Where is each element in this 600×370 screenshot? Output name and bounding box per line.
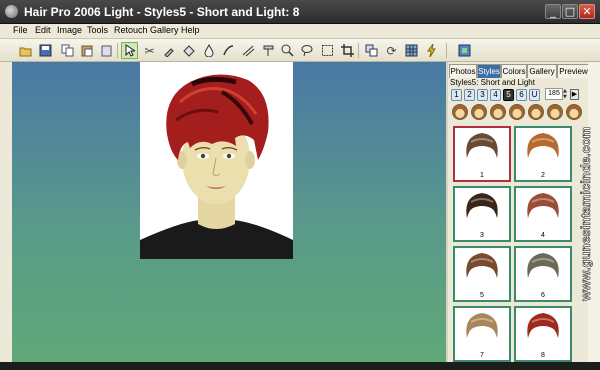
open-folder-icon[interactable] xyxy=(17,42,34,59)
drop-icon[interactable] xyxy=(200,42,217,59)
hairstyle-preview-icon xyxy=(516,128,570,171)
hairstyle-preview-icon xyxy=(455,188,509,231)
hairstyle-preview-icon xyxy=(455,128,509,171)
style-page-button-4[interactable]: 4 xyxy=(490,89,501,101)
zoom-icon[interactable] xyxy=(279,42,296,59)
size-spin-arrows-icon[interactable]: ▲ ▼ xyxy=(563,88,569,100)
tint-icon[interactable] xyxy=(260,42,277,59)
watermark-text: www.gunesintamicinde.com xyxy=(578,127,593,302)
panel-tabs: Photos Styles Colors Gallery Preview xyxy=(448,64,590,78)
lasso-icon[interactable] xyxy=(299,42,316,59)
minimize-button[interactable]: _ xyxy=(545,4,561,19)
window-title: Hair Pro 2006 Light - Styles5 - Short an… xyxy=(24,5,300,19)
save-icon[interactable] xyxy=(37,42,54,59)
hairstyle-thumbnail-6[interactable]: 6 xyxy=(514,246,572,302)
hairstyle-preview-icon xyxy=(455,248,509,291)
grid-icon[interactable] xyxy=(403,42,420,59)
thumbnail-label: 8 xyxy=(516,351,570,360)
size-spinbox[interactable]: 185 xyxy=(545,88,563,100)
menu-image[interactable]: Image xyxy=(57,25,82,35)
hairstyle-preview-icon xyxy=(516,248,570,291)
style-page-button-1[interactable]: 1 xyxy=(451,89,462,101)
face-shape-button-6[interactable] xyxy=(547,104,563,120)
flash-icon[interactable] xyxy=(423,42,440,59)
hairstyle-thumbnail-2[interactable]: 2 xyxy=(514,126,572,182)
hairstyle-thumbnail-1[interactable]: 1 xyxy=(453,126,511,182)
thumbnail-label: 5 xyxy=(455,291,509,300)
tab-preview[interactable]: Preview xyxy=(557,64,590,78)
hair-brush-icon[interactable] xyxy=(220,42,237,59)
menu-retouch[interactable]: Retouch xyxy=(114,25,148,35)
title-bar[interactable]: Hair Pro 2006 Light - Styles5 - Short an… xyxy=(0,0,600,24)
app-icon[interactable] xyxy=(5,5,18,18)
maximize-button[interactable]: □ xyxy=(562,4,578,19)
thumbnail-label: 2 xyxy=(516,171,570,180)
menu-bar: File Edit Image Tools Retouch Gallery He… xyxy=(0,24,600,39)
face-shape-button-3[interactable] xyxy=(490,104,506,120)
watermark: www.gunesintamicinde.com xyxy=(576,96,596,306)
thumbnail-label: 6 xyxy=(516,291,570,300)
tab-colors[interactable]: Colors xyxy=(501,64,527,78)
hairstyle-preview-icon xyxy=(455,308,509,351)
face-shape-button-1[interactable] xyxy=(452,104,468,120)
tab-styles[interactable]: Styles xyxy=(477,64,501,78)
gallery-icon[interactable] xyxy=(456,42,473,59)
status-bar xyxy=(0,362,600,370)
select-arrow-icon[interactable] xyxy=(121,42,138,59)
menu-file[interactable]: File xyxy=(13,25,28,35)
copy-icon[interactable] xyxy=(59,42,76,59)
style-page-button-2[interactable]: 2 xyxy=(464,89,475,101)
portrait-photo[interactable] xyxy=(140,62,293,259)
style-page-button-user[interactable]: U xyxy=(529,89,540,101)
fill-icon[interactable] xyxy=(180,42,197,59)
style-page-button-3[interactable]: 3 xyxy=(477,89,488,101)
thumbnail-label: 1 xyxy=(455,171,509,180)
scissors-icon[interactable]: ✂ xyxy=(141,42,158,59)
thumbnail-label: 7 xyxy=(455,351,509,360)
hairstyle-thumbnail-5[interactable]: 5 xyxy=(453,246,511,302)
menu-help[interactable]: Help xyxy=(181,25,200,35)
thumbnail-label: 3 xyxy=(455,231,509,240)
style-set-heading: Styles5: Short and Light xyxy=(450,78,535,87)
transform-icon[interactable] xyxy=(363,42,380,59)
face-shape-button-5[interactable] xyxy=(528,104,544,120)
rotate-icon[interactable]: ⟳ xyxy=(383,42,400,59)
menu-edit[interactable]: Edit xyxy=(35,25,51,35)
rectangle-select-icon[interactable] xyxy=(319,42,336,59)
hairstyle-preview-icon xyxy=(516,308,570,351)
left-tool-strip xyxy=(0,62,12,362)
hairstyle-thumbnail-7[interactable]: 7 xyxy=(453,306,511,362)
menu-gallery[interactable]: Gallery xyxy=(150,25,179,35)
app-window: Hair Pro 2006 Light - Styles5 - Short an… xyxy=(0,0,600,370)
comb-icon[interactable] xyxy=(240,42,257,59)
toolbar: ✂ ⟳ xyxy=(0,39,600,62)
toolbar-separator xyxy=(358,43,359,58)
hairstyle-thumbnail-3[interactable]: 3 xyxy=(453,186,511,242)
crop-icon[interactable] xyxy=(339,42,356,59)
styles-panel: Photos Styles Colors Gallery Preview Sty… xyxy=(446,62,590,362)
eyedropper-icon[interactable] xyxy=(160,42,177,59)
face-shape-button-2[interactable] xyxy=(471,104,487,120)
hairstyle-preview-icon xyxy=(516,188,570,231)
face-shape-button-4[interactable] xyxy=(509,104,525,120)
paste-special-icon[interactable] xyxy=(98,42,115,59)
toolbar-separator xyxy=(446,43,447,58)
toolbar-separator xyxy=(117,43,118,58)
thumbnail-label: 4 xyxy=(516,231,570,240)
style-page-button-5[interactable]: 5 xyxy=(503,89,514,101)
paste-icon[interactable] xyxy=(79,42,96,59)
menu-tools[interactable]: Tools xyxy=(87,25,108,35)
style-page-button-6[interactable]: 6 xyxy=(516,89,527,101)
tab-gallery[interactable]: Gallery xyxy=(527,64,557,78)
tab-photos[interactable]: Photos xyxy=(449,64,477,78)
hairstyle-thumbnail-4[interactable]: 4 xyxy=(514,186,572,242)
hairstyle-thumbnail-8[interactable]: 8 xyxy=(514,306,572,362)
close-button[interactable]: ✕ xyxy=(579,4,595,19)
